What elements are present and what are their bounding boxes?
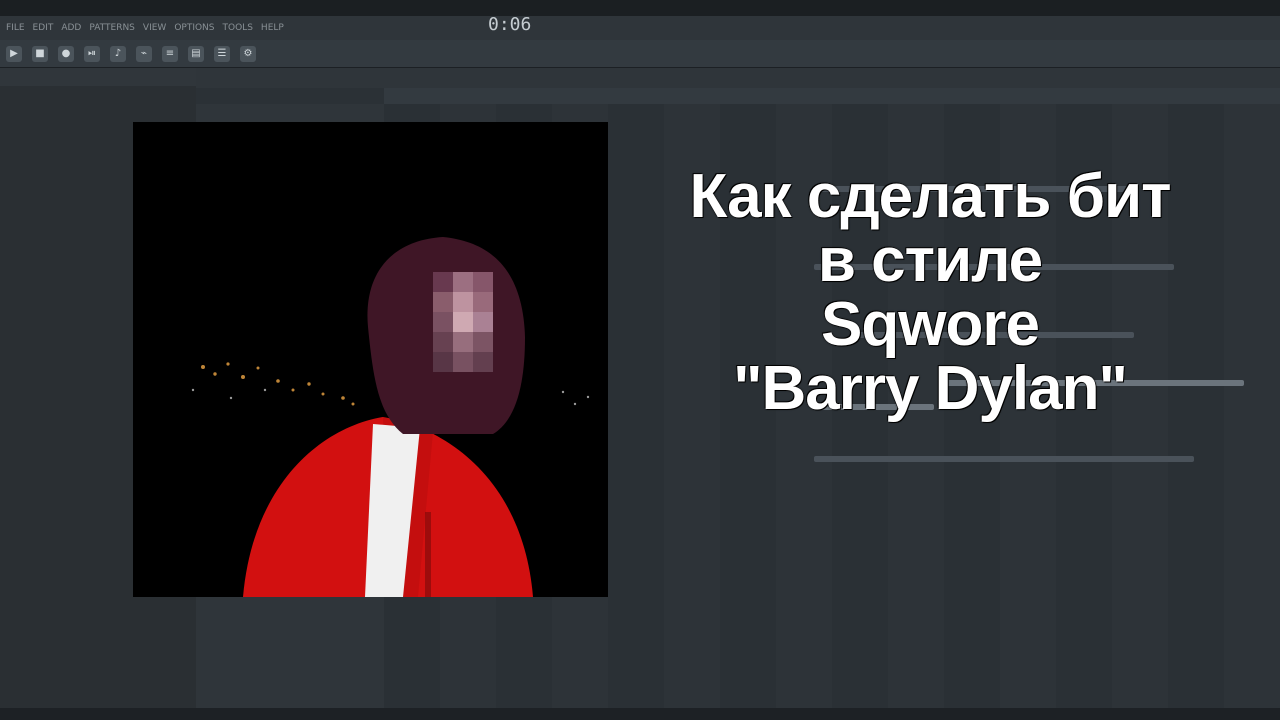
plugin-icon[interactable]: ⚙ xyxy=(240,45,256,62)
timeline-ruler[interactable] xyxy=(384,88,1280,104)
browser-folder[interactable] xyxy=(0,86,196,98)
menu-bar: FILE EDIT ADD PATTERNS VIEW OPTIONS TOOL… xyxy=(0,16,1280,40)
transport-toolbar: ▶ ■ ● ⏯ ♪ ⌁ ≡ ▤ ☰ ⚙ xyxy=(0,40,1280,68)
menu-help[interactable]: HELP xyxy=(261,23,284,33)
title-line: "Barry Dylan" xyxy=(733,353,1128,423)
menu-options[interactable]: OPTIONS xyxy=(174,23,214,33)
browser-folder[interactable] xyxy=(0,98,196,110)
play-icon[interactable]: ▶ xyxy=(6,45,22,62)
photo-illustration xyxy=(133,122,608,597)
browser-header xyxy=(0,68,196,86)
title-line: в стиле xyxy=(817,225,1043,295)
menu-edit[interactable]: EDIT xyxy=(33,23,54,33)
song-time-display: 0:06 xyxy=(488,14,532,35)
stop-icon[interactable]: ■ xyxy=(32,45,48,62)
mixer-icon[interactable]: ≡ xyxy=(162,45,178,62)
browser-folder[interactable] xyxy=(0,110,196,122)
title-line: Как сделать бит xyxy=(689,162,1172,231)
pattern-mode-icon[interactable]: ⏯ xyxy=(84,45,100,62)
pattern-clip[interactable] xyxy=(814,456,1194,462)
piano-roll-icon[interactable]: ▤ xyxy=(188,45,204,62)
status-bar xyxy=(0,708,1280,720)
metronome-icon[interactable]: ♪ xyxy=(110,45,126,62)
browser-icon[interactable]: ☰ xyxy=(214,45,230,62)
menu-add[interactable]: ADD xyxy=(61,23,81,33)
window-top-bar xyxy=(0,0,1280,16)
artist-photo xyxy=(133,122,608,597)
menu-view[interactable]: VIEW xyxy=(143,23,166,33)
playlist-toolbar xyxy=(196,68,1280,88)
menu-file[interactable]: FILE xyxy=(6,23,25,33)
menu-patterns[interactable]: PATTERNS xyxy=(89,23,135,33)
thumbnail-title: Как сделать бит в стиле Sqwore "Barry Dy… xyxy=(620,165,1240,420)
title-line: Sqwore xyxy=(821,289,1040,359)
menu-tools[interactable]: TOOLS xyxy=(223,23,253,33)
record-icon[interactable]: ● xyxy=(58,45,74,62)
snap-icon[interactable]: ⌁ xyxy=(136,45,152,62)
